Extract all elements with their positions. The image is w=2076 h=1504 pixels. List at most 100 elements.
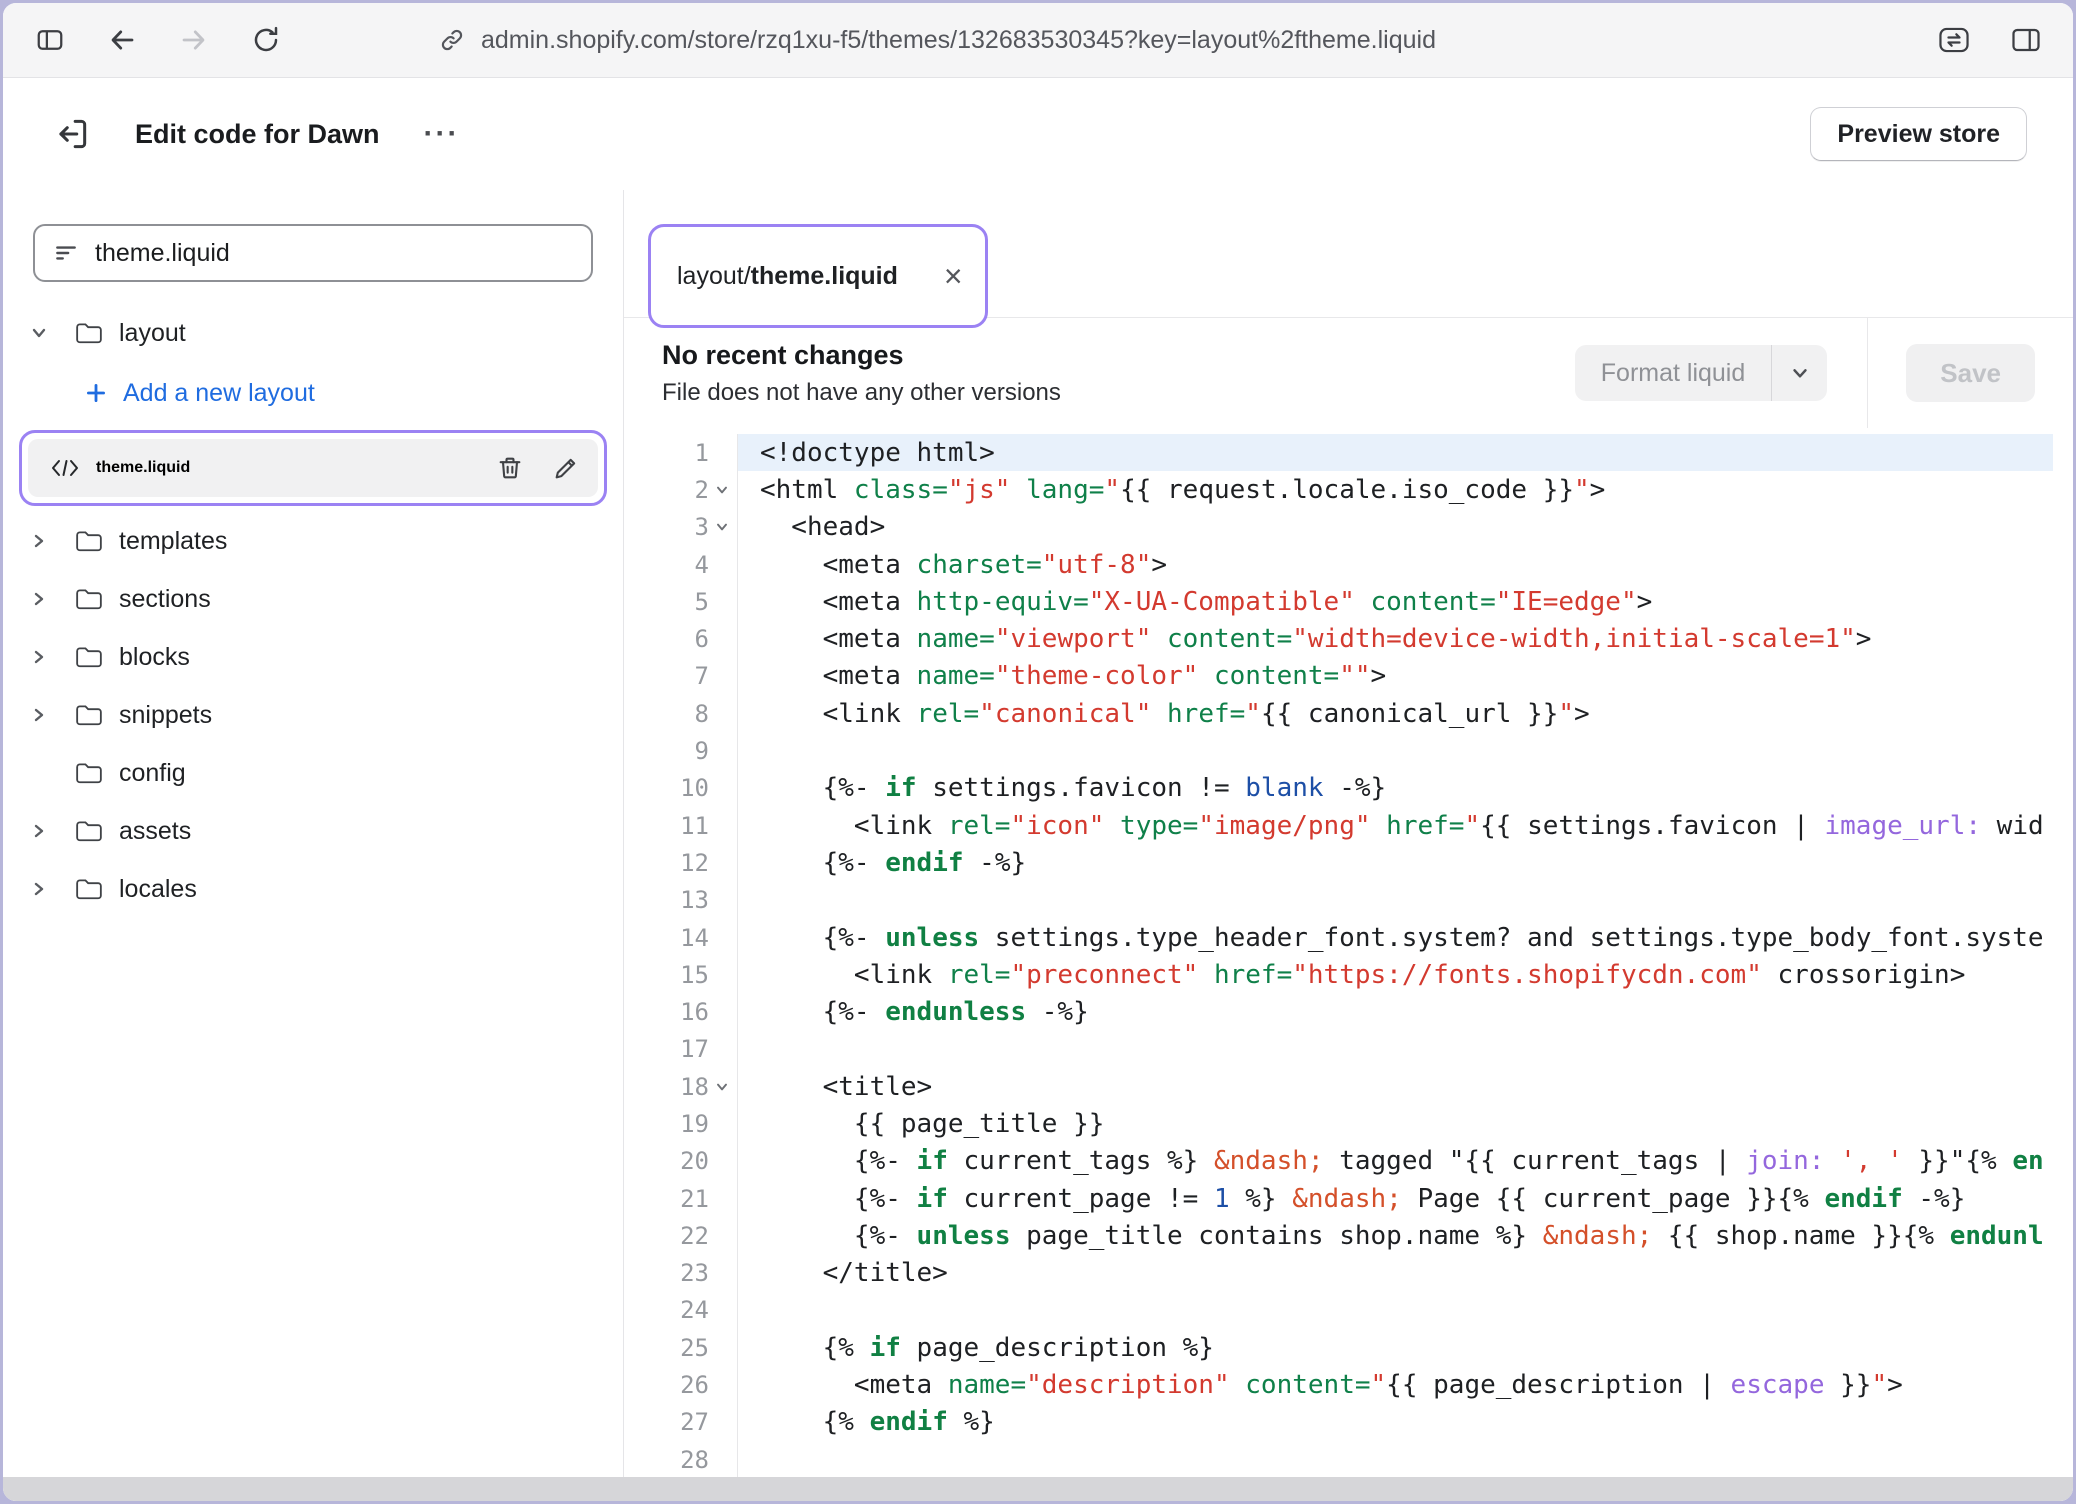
- code-line-10[interactable]: {%- if settings.favicon != blank -%}: [738, 770, 2053, 807]
- reload-button[interactable]: [243, 17, 289, 63]
- code-icon: [50, 457, 80, 479]
- format-dropdown-toggle[interactable]: [1771, 345, 1827, 401]
- editor-main: layout/theme.liquid × No recent changes …: [624, 190, 2073, 1477]
- code-line-27[interactable]: {% endif %}: [738, 1404, 2053, 1441]
- file-search-input[interactable]: [95, 239, 573, 268]
- chevron-right-icon: [29, 589, 75, 609]
- fold-toggle-icon[interactable]: [709, 509, 735, 546]
- tree-item-theme.liquid[interactable]: theme.liquid: [28, 439, 598, 497]
- code-line-15[interactable]: <link rel="preconnect" href="https://fon…: [738, 956, 2053, 993]
- tree-item-label: layout: [119, 319, 186, 348]
- folder-icon: [75, 645, 103, 669]
- tree-item-label: templates: [119, 527, 227, 556]
- add-new-layout-link[interactable]: Add a new layout: [3, 362, 623, 424]
- editor-toolbar: No recent changes File does not have any…: [624, 318, 2073, 428]
- tree-item-locales[interactable]: locales: [3, 860, 623, 918]
- fold-spacer: [709, 956, 735, 993]
- editor-code[interactable]: <!doctype html><html class="js" lang="{{…: [738, 434, 2053, 1477]
- forward-button[interactable]: [171, 17, 217, 63]
- line-number: 28: [680, 1446, 709, 1474]
- split-view-icon: [2011, 26, 2041, 54]
- code-line-17[interactable]: [738, 1031, 2053, 1068]
- code-line-8[interactable]: <link rel="canonical" href="{{ canonical…: [738, 695, 2053, 732]
- sidebar-toggle-button[interactable]: [27, 17, 73, 63]
- browser-chrome: admin.shopify.com/store/rzq1xu-f5/themes…: [3, 3, 2073, 78]
- sidebar-toggle-icon: [35, 25, 65, 55]
- line-number: 2: [695, 476, 709, 504]
- tree-item-layout[interactable]: layout: [3, 304, 623, 362]
- trash-icon[interactable]: [496, 454, 524, 482]
- tab-theme-liquid[interactable]: layout/theme.liquid ×: [677, 260, 963, 292]
- code-line-9[interactable]: [738, 732, 2053, 769]
- code-line-25[interactable]: {% if page_description %}: [738, 1329, 2053, 1366]
- line-number: 24: [680, 1296, 709, 1324]
- code-line-4[interactable]: <meta charset="utf-8">: [738, 546, 2053, 583]
- fold-spacer: [709, 844, 735, 881]
- preview-store-button[interactable]: Preview store: [1810, 107, 2027, 161]
- plus-icon: [83, 380, 109, 406]
- url-bar[interactable]: admin.shopify.com/store/rzq1xu-f5/themes…: [439, 26, 1436, 55]
- tab-path-prefix: layout/: [677, 262, 751, 291]
- split-view-button[interactable]: [2003, 17, 2049, 63]
- back-button[interactable]: [99, 17, 145, 63]
- fold-toggle-icon[interactable]: [709, 1068, 735, 1105]
- file-search-box[interactable]: [33, 224, 593, 282]
- tree-item-templates[interactable]: templates: [3, 512, 623, 570]
- fold-spacer: [709, 807, 735, 844]
- fold-spacer: [709, 583, 735, 620]
- chevron-down-icon: [29, 323, 75, 343]
- line-number: 26: [680, 1371, 709, 1399]
- chevron-right-icon: [29, 705, 75, 725]
- line-number: 20: [680, 1147, 709, 1175]
- line-number: 22: [680, 1222, 709, 1250]
- tree-item-snippets[interactable]: snippets: [3, 686, 623, 744]
- code-line-5[interactable]: <meta http-equiv="X-UA-Compatible" conte…: [738, 583, 2053, 620]
- pencil-icon[interactable]: [552, 454, 580, 482]
- tree-item-label: theme.liquid: [96, 459, 190, 477]
- code-line-19[interactable]: {{ page_title }}: [738, 1105, 2053, 1142]
- code-line-20[interactable]: {%- if current_tags %} &ndash; tagged "{…: [738, 1143, 2053, 1180]
- tab-file-name: theme.liquid: [751, 262, 898, 291]
- fold-spacer: [709, 1031, 735, 1068]
- back-arrow-icon: [107, 25, 137, 55]
- code-line-16[interactable]: {%- endunless -%}: [738, 993, 2053, 1030]
- format-liquid-button[interactable]: Format liquid: [1575, 345, 1828, 401]
- code-line-18[interactable]: <title>: [738, 1068, 2053, 1105]
- code-line-12[interactable]: {%- endif -%}: [738, 844, 2053, 881]
- file-sidebar: layout Add a new layout theme.liquid templa…: [3, 190, 624, 1477]
- code-line-23[interactable]: </title>: [738, 1255, 2053, 1292]
- code-line-1[interactable]: <!doctype html>: [738, 434, 2053, 471]
- chevron-right-icon: [29, 821, 75, 841]
- line-number: 21: [680, 1185, 709, 1213]
- code-line-6[interactable]: <meta name="viewport" content="width=dev…: [738, 620, 2053, 657]
- exit-editor-button[interactable]: [49, 111, 95, 157]
- fold-spacer: [709, 1292, 735, 1329]
- folder-icon: [75, 877, 103, 901]
- line-number: 23: [680, 1259, 709, 1287]
- code-line-28[interactable]: [738, 1441, 2053, 1477]
- code-line-26[interactable]: <meta name="description" content="{{ pag…: [738, 1366, 2053, 1403]
- line-number: 11: [680, 812, 709, 840]
- tree-item-config[interactable]: config: [3, 744, 623, 802]
- code-editor[interactable]: 1234567891011121314151617181920212223242…: [624, 428, 2073, 1477]
- more-menu-button[interactable]: ···: [424, 117, 460, 151]
- code-line-2[interactable]: <html class="js" lang="{{ request.locale…: [738, 471, 2053, 508]
- code-line-21[interactable]: {%- if current_page != 1 %} &ndash; Page…: [738, 1180, 2053, 1217]
- line-number: 9: [695, 737, 709, 765]
- code-line-14[interactable]: {%- unless settings.type_header_font.sys…: [738, 919, 2053, 956]
- fold-spacer: [709, 882, 735, 919]
- code-line-22[interactable]: {%- unless page_title contains shop.name…: [738, 1217, 2053, 1254]
- code-line-11[interactable]: <link rel="icon" type="image/png" href="…: [738, 807, 2053, 844]
- code-line-7[interactable]: <meta name="theme-color" content="">: [738, 658, 2053, 695]
- tree-item-assets[interactable]: assets: [3, 802, 623, 860]
- fold-toggle-icon[interactable]: [709, 471, 735, 508]
- code-line-13[interactable]: [738, 882, 2053, 919]
- tree-item-sections[interactable]: sections: [3, 570, 623, 628]
- save-button[interactable]: Save: [1906, 344, 2035, 402]
- page-tools-button[interactable]: [1931, 17, 1977, 63]
- line-number: 19: [680, 1110, 709, 1138]
- code-line-24[interactable]: [738, 1292, 2053, 1329]
- tree-item-blocks[interactable]: blocks: [3, 628, 623, 686]
- code-line-3[interactable]: <head>: [738, 509, 2053, 546]
- tab-close-icon[interactable]: ×: [944, 260, 963, 292]
